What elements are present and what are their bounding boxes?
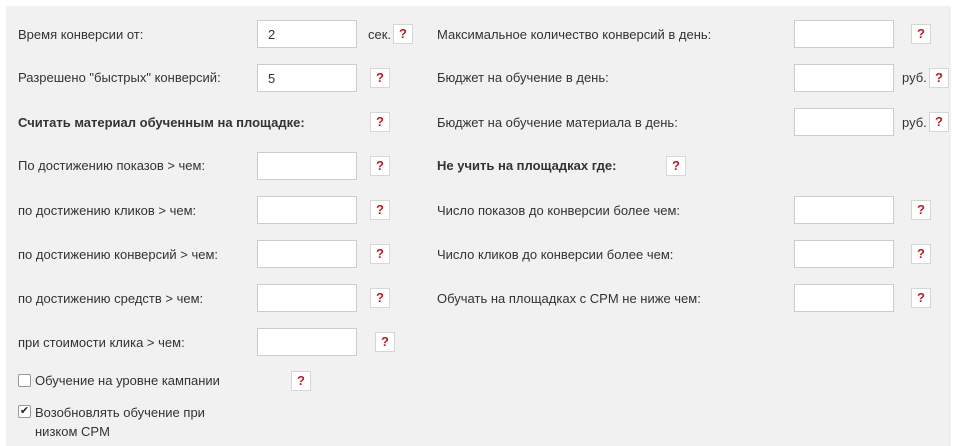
- help-icon[interactable]: ?: [929, 112, 949, 132]
- cpm-min-input[interactable]: [794, 284, 894, 312]
- training-budget-input[interactable]: [794, 64, 894, 92]
- by-impressions-label: По достижению показов > чем:: [18, 158, 206, 173]
- by-conversions-label: по достижению конверсий > чем:: [18, 247, 218, 262]
- by-funds-input[interactable]: [257, 284, 357, 312]
- conversion-time-unit: сек.: [368, 27, 392, 42]
- material-budget-unit: руб.: [902, 115, 927, 130]
- help-icon[interactable]: ?: [911, 200, 931, 220]
- help-icon[interactable]: ?: [929, 68, 949, 88]
- help-icon[interactable]: ?: [370, 244, 390, 264]
- clicks-before-label: Число кликов до конверсии более чем:: [437, 247, 674, 262]
- training-budget-label: Бюджет на обучение в день:: [437, 70, 609, 85]
- conversion-time-input[interactable]: [257, 20, 357, 48]
- fast-conversions-input[interactable]: [257, 64, 357, 92]
- impressions-before-label: Число показов до конверсии более чем:: [437, 203, 681, 218]
- help-icon[interactable]: ?: [393, 24, 413, 44]
- max-conversions-label: Максимальное количество конверсий в день…: [437, 27, 712, 42]
- help-icon[interactable]: ?: [370, 68, 390, 88]
- help-icon[interactable]: ?: [370, 112, 390, 132]
- material-budget-input[interactable]: [794, 108, 894, 136]
- campaign-level-checkbox[interactable]: [18, 374, 31, 387]
- material-budget-label: Бюджет на обучение материала в день:: [437, 115, 678, 130]
- impressions-before-input[interactable]: [794, 196, 894, 224]
- by-clicks-label: по достижению кликов > чем:: [18, 203, 197, 218]
- cpm-min-label: Обучать на площадках с CPM не ниже чем:: [437, 291, 701, 306]
- help-icon[interactable]: ?: [911, 288, 931, 308]
- resume-low-cpm-label-line2: низком CPM: [35, 424, 110, 439]
- by-clicks-input[interactable]: [257, 196, 357, 224]
- help-icon[interactable]: ?: [375, 332, 395, 352]
- fast-conversions-label: Разрешено "быстрых" конверсий:: [18, 70, 221, 85]
- by-impressions-input[interactable]: [257, 152, 357, 180]
- by-click-cost-input[interactable]: [257, 328, 357, 356]
- help-icon[interactable]: ?: [370, 288, 390, 308]
- trained-heading: Считать материал обученным на площадке:: [18, 115, 305, 130]
- resume-low-cpm-checkbox[interactable]: ✔: [18, 405, 31, 418]
- help-icon[interactable]: ?: [911, 244, 931, 264]
- max-conversions-input[interactable]: [794, 20, 894, 48]
- by-click-cost-label: при стоимости клика > чем:: [18, 335, 185, 350]
- help-icon[interactable]: ?: [370, 156, 390, 176]
- conversion-time-label: Время конверсии от:: [18, 27, 144, 42]
- by-funds-label: по достижению средств > чем:: [18, 291, 204, 306]
- campaign-level-label: Обучение на уровне кампании: [35, 373, 220, 388]
- help-icon[interactable]: ?: [370, 200, 390, 220]
- resume-low-cpm-label-line1: Возобновлять обучение при: [35, 405, 205, 420]
- training-budget-unit: руб.: [902, 70, 927, 85]
- by-conversions-input[interactable]: [257, 240, 357, 268]
- help-icon[interactable]: ?: [291, 371, 311, 391]
- help-icon[interactable]: ?: [666, 156, 686, 176]
- clicks-before-input[interactable]: [794, 240, 894, 268]
- help-icon[interactable]: ?: [911, 24, 931, 44]
- no-train-heading: Не учить на площадках где:: [437, 158, 617, 173]
